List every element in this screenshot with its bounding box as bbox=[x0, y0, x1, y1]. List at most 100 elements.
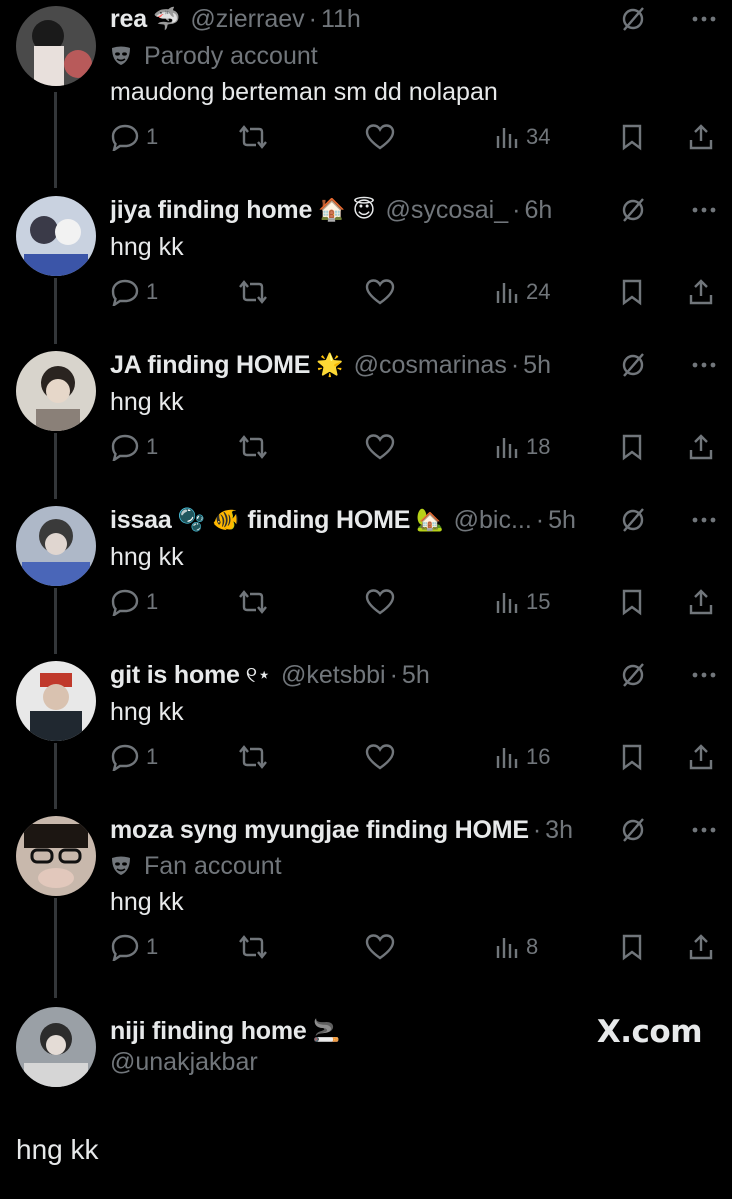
account-label-text: Parody account bbox=[144, 41, 318, 70]
more-icon[interactable] bbox=[692, 827, 716, 833]
grok-icon[interactable] bbox=[620, 6, 646, 32]
display-name-suffix[interactable]: finding HOME bbox=[247, 506, 410, 535]
handle[interactable]: @zierraev bbox=[190, 5, 304, 34]
display-name[interactable]: jiya finding home bbox=[110, 196, 312, 225]
reply-button[interactable]: 1 bbox=[110, 274, 158, 310]
more-icon[interactable] bbox=[692, 207, 716, 213]
share-button[interactable] bbox=[688, 739, 714, 775]
views-count: 24 bbox=[526, 279, 551, 304]
handle[interactable]: @ketsbbi bbox=[281, 661, 386, 690]
avatar[interactable] bbox=[16, 506, 96, 586]
grok-icon[interactable] bbox=[620, 662, 646, 688]
handle[interactable]: @sycosai_ bbox=[386, 196, 509, 225]
timestamp[interactable]: 5h bbox=[402, 661, 430, 690]
share-button[interactable] bbox=[688, 429, 714, 465]
separator: · bbox=[512, 195, 521, 224]
views-button[interactable]: 15 bbox=[494, 584, 550, 620]
timestamp[interactable]: 11h bbox=[321, 5, 361, 34]
reply-button[interactable]: 1 bbox=[110, 429, 158, 465]
action-bar: 1 15 bbox=[110, 584, 716, 620]
like-button[interactable] bbox=[365, 429, 395, 465]
bookmark-button[interactable] bbox=[620, 119, 644, 155]
views-icon bbox=[496, 748, 518, 768]
more-icon[interactable] bbox=[692, 16, 716, 22]
repost-icon bbox=[239, 280, 267, 304]
timestamp[interactable]: 6h bbox=[524, 196, 552, 225]
avatar[interactable] bbox=[16, 816, 96, 896]
share-button[interactable] bbox=[688, 119, 714, 155]
like-button[interactable] bbox=[365, 584, 395, 620]
views-button[interactable]: 24 bbox=[494, 274, 550, 310]
like-button[interactable] bbox=[365, 929, 395, 965]
x-watermark: X.com bbox=[596, 1014, 703, 1050]
post-header: issaa 🫧 🐠 finding HOME 🏡 @bic... · 5h bbox=[110, 503, 592, 537]
reply-button[interactable]: 1 bbox=[110, 584, 158, 620]
more-icon[interactable] bbox=[692, 517, 716, 523]
more-icon[interactable] bbox=[692, 362, 716, 368]
avatar[interactable] bbox=[16, 351, 96, 431]
grok-icon[interactable] bbox=[620, 817, 646, 843]
avatar[interactable] bbox=[16, 661, 96, 741]
repost-button[interactable] bbox=[236, 584, 270, 620]
bookmark-button[interactable] bbox=[620, 929, 644, 965]
bookmark-button[interactable] bbox=[620, 739, 644, 775]
account-label: Parody account bbox=[110, 40, 318, 72]
views-icon bbox=[496, 938, 518, 958]
post-text: maudong berteman sm dd nolapan bbox=[110, 77, 498, 106]
post-text: hng kk bbox=[110, 232, 184, 261]
like-button[interactable] bbox=[365, 119, 395, 155]
repost-icon bbox=[239, 435, 267, 459]
reply-icon bbox=[111, 434, 139, 461]
bookmark-button[interactable] bbox=[620, 274, 644, 310]
like-button[interactable] bbox=[365, 739, 395, 775]
handle[interactable]: @unakjakbar bbox=[110, 1048, 258, 1077]
display-name[interactable]: JA finding HOME bbox=[110, 351, 310, 380]
action-bar: 1 24 bbox=[110, 274, 716, 310]
timestamp[interactable]: 3h bbox=[545, 816, 573, 845]
action-bar: 1 18 bbox=[110, 429, 716, 465]
views-button[interactable]: 34 bbox=[494, 119, 550, 155]
timestamp[interactable]: 5h bbox=[523, 351, 551, 380]
repost-button[interactable] bbox=[236, 929, 270, 965]
share-button[interactable] bbox=[688, 584, 714, 620]
views-button[interactable]: 16 bbox=[494, 739, 550, 775]
display-name[interactable]: git is home bbox=[110, 661, 240, 690]
like-button[interactable] bbox=[365, 274, 395, 310]
display-name[interactable]: issaa bbox=[110, 506, 172, 535]
reply-button[interactable]: 1 bbox=[110, 929, 158, 965]
name-emoji: 🦈 bbox=[152, 6, 181, 32]
display-name[interactable]: moza syng myungjae finding HOME bbox=[110, 816, 529, 845]
handle[interactable]: @cosmarinas bbox=[354, 351, 507, 380]
avatar[interactable] bbox=[16, 6, 96, 86]
display-name[interactable]: niji finding home bbox=[110, 1017, 307, 1046]
grok-icon[interactable] bbox=[620, 507, 646, 533]
share-button[interactable] bbox=[688, 929, 714, 965]
reply-button[interactable]: 1 bbox=[110, 739, 158, 775]
thread-line bbox=[54, 588, 57, 654]
mask-icon bbox=[112, 856, 130, 875]
repost-button[interactable] bbox=[236, 119, 270, 155]
bookmark-button[interactable] bbox=[620, 584, 644, 620]
post-text: hng kk bbox=[110, 697, 184, 726]
avatar[interactable] bbox=[16, 196, 96, 276]
more-icon[interactable] bbox=[692, 672, 716, 678]
reply-count: 1 bbox=[146, 744, 159, 769]
share-button[interactable] bbox=[688, 274, 714, 310]
grok-icon[interactable] bbox=[620, 197, 646, 223]
repost-button[interactable] bbox=[236, 429, 270, 465]
display-name[interactable]: rea bbox=[110, 5, 147, 34]
bookmark-button[interactable] bbox=[620, 429, 644, 465]
timestamp[interactable]: 5h bbox=[548, 506, 576, 535]
repost-button[interactable] bbox=[236, 274, 270, 310]
grok-icon[interactable] bbox=[620, 352, 646, 378]
views-button[interactable]: 18 bbox=[494, 429, 550, 465]
reply-button[interactable]: 1 bbox=[110, 119, 158, 155]
repost-icon bbox=[239, 935, 267, 959]
avatar[interactable] bbox=[16, 1007, 96, 1087]
reply-icon bbox=[111, 279, 139, 306]
post-header: moza syng myungjae finding HOME · 3h bbox=[110, 813, 592, 847]
repost-button[interactable] bbox=[236, 739, 270, 775]
views-button[interactable]: 8 bbox=[494, 929, 538, 965]
views-count: 16 bbox=[526, 744, 551, 769]
handle[interactable]: @bic... bbox=[454, 506, 532, 535]
